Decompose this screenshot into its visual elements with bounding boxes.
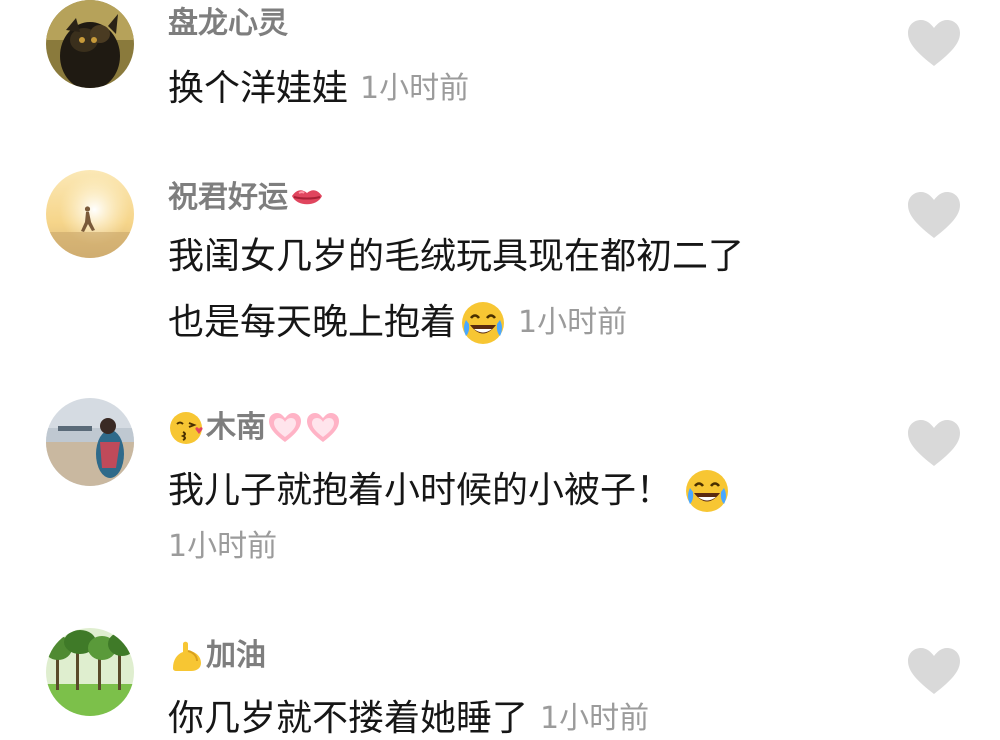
rolling-laughing-face-icon — [460, 300, 506, 346]
comment-text: 换个洋娃娃 — [168, 68, 349, 109]
flexed-biceps-icon — [169, 638, 205, 674]
username-text: 盘龙心灵 — [168, 6, 288, 41]
bronze-dragon-statue-avatar — [46, 0, 134, 88]
username[interactable]: 加油 — [168, 634, 266, 678]
kiss-lips-icon — [289, 180, 325, 216]
rolling-laughing-face-icon — [684, 468, 730, 514]
comment-item: 祝君好运 我闺女几岁的毛绒玩具现在都初二了 也是每天晚上抱着 1小时前 — [0, 168, 1000, 368]
username-text: 木南 — [206, 410, 266, 445]
seaside-woman-avatar — [46, 398, 134, 486]
green-trees-avatar — [46, 628, 134, 716]
comment-line: 1小时前 — [168, 516, 868, 578]
avatar[interactable] — [46, 170, 134, 258]
timestamp: 1小时前 — [540, 701, 650, 736]
avatar[interactable] — [46, 628, 134, 716]
username-text: 祝君好运 — [168, 180, 288, 215]
comment-text: 我闺女几岁的毛绒玩具现在都初二了 — [168, 236, 745, 277]
comment-item: 木南 我儿子就抱着小时候的小被子！ 1小时前 — [0, 398, 1000, 588]
comment-text: 也是每天晚上抱着 — [168, 302, 457, 343]
like-button[interactable] — [906, 418, 962, 468]
comment-body: 我儿子就抱着小时候的小被子！ 1小时前 — [168, 460, 868, 578]
comment-item: 盘龙心灵 换个洋娃娃 1小时前 — [0, 0, 1000, 150]
comment-line: 我闺女几岁的毛绒玩具现在都初二了 — [168, 226, 868, 288]
comment-body: 你几岁就不搂着她睡了 1小时前 — [168, 688, 868, 740]
comment-line: 我儿子就抱着小时候的小被子！ — [168, 460, 868, 522]
avatar[interactable] — [46, 0, 134, 88]
heart-icon — [908, 420, 960, 466]
username[interactable]: 祝君好运 — [168, 176, 326, 220]
pink-heart-icon — [267, 410, 303, 446]
username[interactable]: 盘龙心灵 — [168, 2, 288, 46]
username-text: 加油 — [206, 638, 266, 673]
pink-heart-icon — [305, 410, 341, 446]
username[interactable]: 木南 — [168, 406, 342, 450]
sunset-runner-avatar — [46, 170, 134, 258]
heart-icon — [908, 192, 960, 238]
timestamp: 1小时前 — [518, 305, 628, 340]
timestamp: 1小时前 — [168, 529, 278, 564]
heart-icon — [908, 648, 960, 694]
comment-list: 盘龙心灵 换个洋娃娃 1小时前 祝君好运 我闺女几岁的毛绒玩具现在都初二了 也是… — [0, 0, 1000, 740]
comment-text: 你几岁就不搂着她睡了 — [168, 698, 529, 739]
like-button[interactable] — [906, 18, 962, 68]
comment-item: 加油 你几岁就不搂着她睡了 1小时前 — [0, 628, 1000, 740]
comment-line: 换个洋娃娃 1小时前 — [168, 58, 868, 120]
heart-icon — [908, 20, 960, 66]
like-button[interactable] — [906, 646, 962, 696]
avatar[interactable] — [46, 398, 134, 486]
comment-line: 也是每天晚上抱着 1小时前 — [168, 292, 868, 354]
comment-body: 换个洋娃娃 1小时前 — [168, 58, 868, 120]
comment-line: 你几岁就不搂着她睡了 1小时前 — [168, 688, 868, 740]
timestamp: 1小时前 — [360, 71, 470, 106]
comment-body: 我闺女几岁的毛绒玩具现在都初二了 也是每天晚上抱着 1小时前 — [168, 226, 868, 354]
kissing-face-icon — [169, 410, 205, 446]
comment-text: 我儿子就抱着小时候的小被子！ — [168, 470, 673, 511]
like-button[interactable] — [906, 190, 962, 240]
